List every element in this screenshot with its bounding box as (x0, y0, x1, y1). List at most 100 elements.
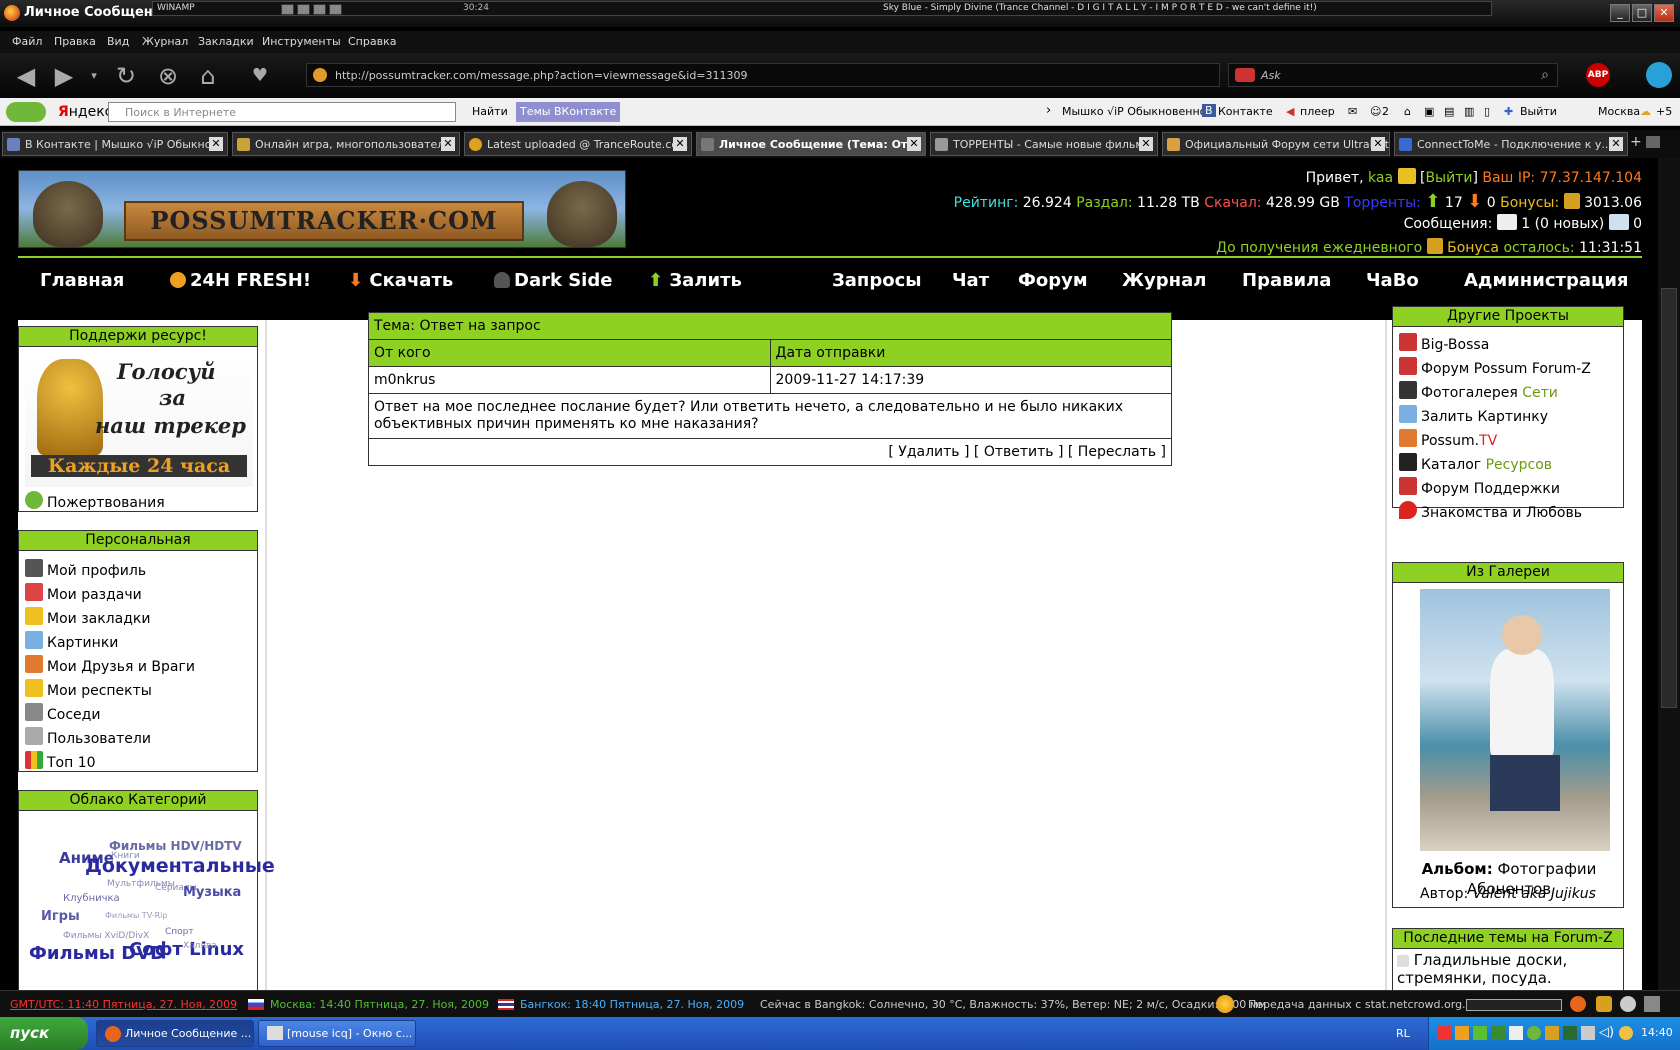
nav-dark-side[interactable]: Dark Side (494, 270, 612, 291)
history-dropdown-icon[interactable]: ▾ (86, 60, 102, 92)
back-icon[interactable]: ◀ (10, 60, 42, 92)
menu-users[interactable]: Пользователи (25, 727, 151, 747)
project-forum-z[interactable]: Форум Possum Forum-Z (1399, 357, 1591, 377)
winamp-bar[interactable]: WINAMP 30:24 Sky Blue - Simply Divine (T… (152, 1, 1492, 16)
photo-icon[interactable]: ▣ (1424, 105, 1434, 118)
tray-icon[interactable] (1527, 1026, 1541, 1040)
menu-file[interactable]: Файл (12, 35, 42, 48)
sync-status-icon[interactable] (1620, 996, 1636, 1012)
forward-icon[interactable]: ▶ (48, 60, 80, 92)
maximize-button[interactable]: □ (1632, 4, 1652, 22)
forum-topic-link[interactable]: Гладильные доски, стремянки, посуда. (1397, 951, 1619, 987)
adblock-icon[interactable]: ABP (1586, 63, 1610, 87)
menu-respects[interactable]: Мои респекты (25, 679, 152, 699)
yandex-find-button[interactable]: Найти (472, 105, 508, 118)
nav-forum[interactable]: Форум (1018, 270, 1088, 291)
vertical-scrollbar[interactable] (1658, 158, 1680, 990)
cloud-tag[interactable]: Халява (183, 941, 217, 951)
new-tab-icon[interactable]: + (1630, 134, 1642, 150)
username-link[interactable]: kaa (1368, 170, 1393, 186)
tab-tranceroute[interactable]: Latest uploaded @ TranceRoute.co... ✕ (464, 132, 692, 156)
tray-icon[interactable] (1619, 1026, 1633, 1040)
menu-pictures[interactable]: Картинки (25, 631, 118, 651)
close-tab-icon[interactable]: ✕ (1609, 137, 1623, 151)
forward-link[interactable]: Переслать (1078, 444, 1156, 460)
close-button[interactable]: ✕ (1654, 4, 1674, 22)
winamp-prev-icon[interactable] (281, 4, 294, 15)
author-name[interactable]: Valent aka Jujikus (1473, 886, 1596, 902)
taskbar-icq-button[interactable]: [mouse icq] - Окно с... (258, 1020, 416, 1047)
nav-journal[interactable]: Журнал (1122, 270, 1206, 291)
vote-banner[interactable]: Голосуй за наш трекер Каждые 24 часа (25, 353, 253, 487)
close-tab-icon[interactable]: ✕ (1139, 137, 1153, 151)
site-logo[interactable]: POSSUMTRACKER·COM (18, 170, 626, 248)
delete-link[interactable]: Удалить (898, 444, 959, 460)
mail-icon[interactable]: ✉ (1348, 105, 1357, 118)
tab-list-icon[interactable] (1646, 136, 1660, 148)
stop-icon[interactable]: ⊗ (152, 60, 184, 92)
menu-top10[interactable]: Топ 10 (25, 751, 96, 771)
winamp-pause-icon[interactable] (313, 4, 326, 15)
project-photogallery[interactable]: Фотогалерея Сети (1399, 381, 1558, 401)
language-indicator[interactable]: RL (1396, 1027, 1410, 1040)
addon-status-icon[interactable] (1596, 996, 1612, 1012)
tray-icon[interactable] (1473, 1026, 1487, 1040)
tab-connecttome[interactable]: ConnectToMe - Подключение к у... ✕ (1394, 132, 1628, 156)
tray-icon[interactable] (1545, 1026, 1559, 1040)
nav-upload[interactable]: ⬆ Залить (648, 270, 742, 291)
menu-neighbours[interactable]: Соседи (25, 703, 100, 723)
logout-link[interactable]: Выйти (1425, 170, 1472, 186)
menu-view[interactable]: Вид (107, 35, 129, 48)
page-icon[interactable]: ▯ (1484, 105, 1490, 118)
reload-icon[interactable]: ↻ (110, 60, 142, 92)
close-tab-icon[interactable]: ✕ (1371, 137, 1385, 151)
nav-admin[interactable]: Администрация (1464, 270, 1629, 291)
minimize-button[interactable]: _ (1610, 4, 1630, 22)
tray-icon[interactable] (1509, 1026, 1523, 1040)
menu-friends[interactable]: Мои Друзья и Враги (25, 655, 195, 675)
search-input[interactable]: Ask ⌕ (1228, 63, 1558, 87)
nav-home[interactable]: Главная (40, 270, 124, 291)
close-tab-icon[interactable]: ✕ (441, 137, 455, 151)
tab-ultranet-forum[interactable]: Официальный Форум сети UltraNet ✕ (1162, 132, 1390, 156)
start-button[interactable]: пуск (0, 1017, 88, 1050)
tray-icon[interactable] (1437, 1026, 1451, 1040)
nav-download[interactable]: ⬇ Скачать (348, 270, 453, 291)
cloud-tag[interactable]: Документальные (85, 855, 275, 877)
tab-torrents[interactable]: ТОРРЕНТЫ - Самые новые фильм... ✕ (930, 132, 1158, 156)
inbox-icon[interactable] (1496, 214, 1517, 230)
home-small-icon[interactable]: ⌂ (1404, 105, 1411, 118)
gallery-photo[interactable] (1420, 589, 1610, 851)
winamp-play-icon[interactable] (297, 4, 310, 15)
project-upload-image[interactable]: Залить Картинку (1399, 405, 1548, 425)
winamp-stop-icon[interactable] (329, 4, 342, 15)
yandex-logout-link[interactable]: Выйти (1520, 105, 1557, 118)
tray-icon[interactable] (1455, 1026, 1469, 1040)
save-icon[interactable]: ▥ (1464, 105, 1474, 118)
yandex-arrow-icon[interactable] (6, 102, 46, 122)
menu-tools[interactable]: Инструменты (262, 35, 341, 48)
search-icon[interactable]: ⌕ (1541, 67, 1549, 83)
project-support-forum[interactable]: Форум Поддержки (1399, 477, 1560, 497)
volume-icon[interactable]: ◁) (1599, 1025, 1614, 1040)
menu-edit[interactable]: Правка (54, 35, 96, 48)
cloud-tag[interactable]: Спорт (165, 927, 194, 937)
menu-history[interactable]: Журнал (142, 35, 188, 48)
friends-icon[interactable]: ☺ (1370, 105, 1381, 118)
nav-faq[interactable]: ЧаВо (1366, 270, 1419, 291)
vk-user-link[interactable]: Мышко √iP Обыкновенное (1062, 105, 1213, 118)
cloud-tag[interactable]: Игры (41, 909, 80, 924)
tray-icon[interactable] (1581, 1026, 1595, 1040)
player-link[interactable]: плеер (1300, 105, 1335, 118)
scrollbar-thumb[interactable] (1661, 288, 1677, 708)
donations-link[interactable]: Пожертвования (25, 491, 165, 511)
cloud-tag[interactable]: Музыка (183, 885, 241, 900)
menu-help[interactable]: Справка (348, 35, 396, 48)
tools-status-icon[interactable] (1644, 996, 1660, 1012)
project-dating[interactable]: Знакомства и Любовь (1399, 501, 1582, 521)
menu-my-profile[interactable]: Мой профиль (25, 559, 146, 579)
menu-bookmarks[interactable]: Закладки (198, 35, 254, 48)
utc-time[interactable]: GMT/UTC: 11:40 Пятница, 27. Ноя, 2009 (10, 998, 237, 1011)
close-tab-icon[interactable]: ✕ (673, 137, 687, 151)
taskbar-firefox-button[interactable]: Личное Сообщение ... (96, 1020, 254, 1047)
